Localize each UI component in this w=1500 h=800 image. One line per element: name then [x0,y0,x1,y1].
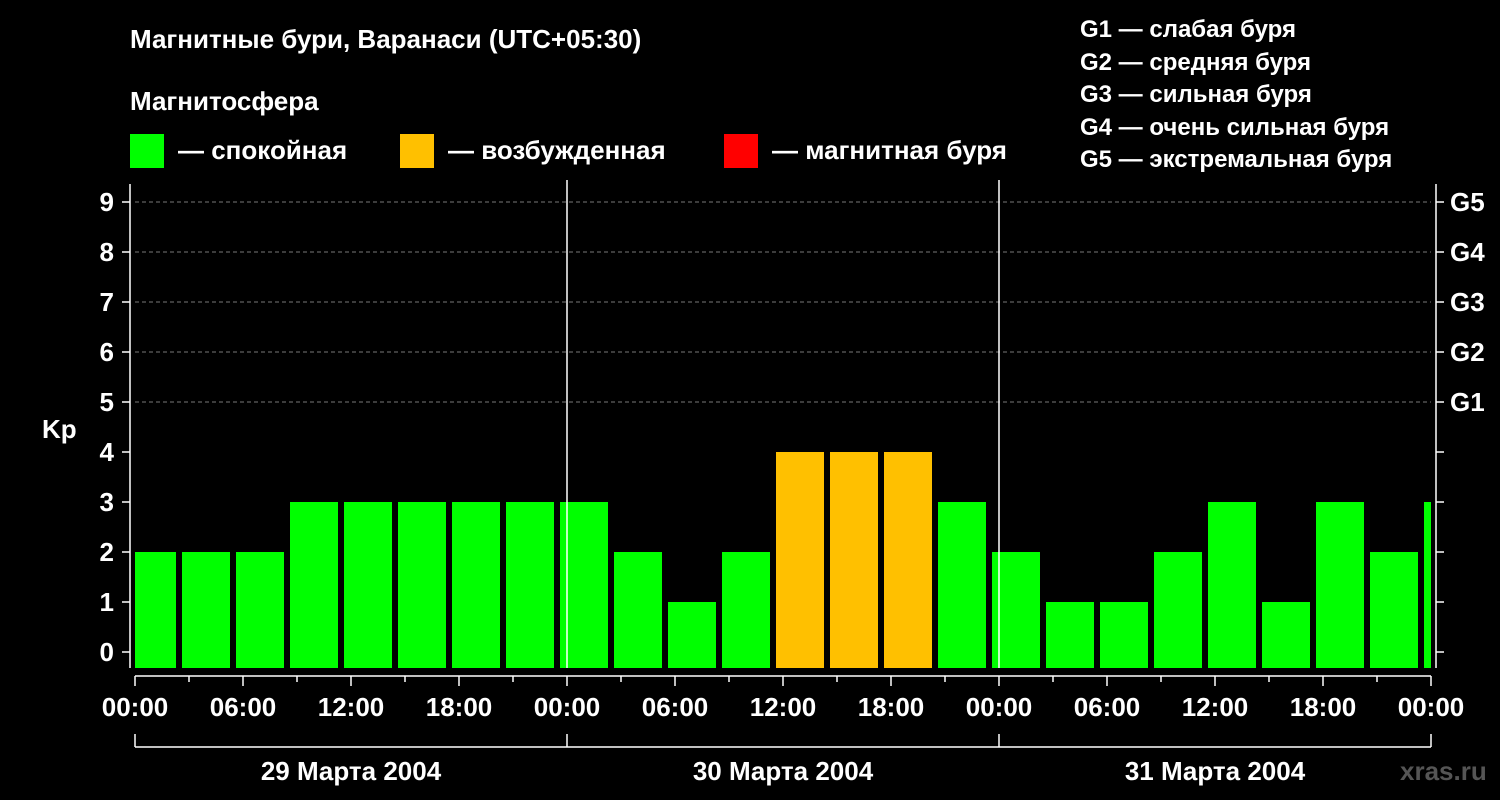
kp-bar-24 [1424,502,1431,668]
kp-bar-20 [1208,502,1256,668]
y-axis-label: Kp [42,414,77,444]
x-tick-label: 06:00 [1074,692,1141,722]
g-tick-label: G2 [1450,337,1485,367]
y-tick-label: 3 [100,487,114,517]
g-tick-label: G4 [1450,237,1485,267]
y-tick-label: 2 [100,537,114,567]
x-tick-label: 00:00 [102,692,169,722]
kp-bar-23 [1370,552,1418,668]
kp-bar-12 [776,452,824,668]
g-tick-label: G1 [1450,387,1485,417]
kp-bar-18 [1100,602,1148,668]
day-label: 29 Марта 2004 [261,756,442,786]
x-tick-label: 18:00 [1290,692,1357,722]
kp-bar-15 [938,502,986,668]
x-tick-label: 12:00 [1182,692,1249,722]
y-tick-label: 5 [100,387,114,417]
kp-bar-0 [135,552,176,668]
kp-bar-10 [668,602,716,668]
kp-bar-1 [182,552,230,668]
kp-bar-17 [1046,602,1094,668]
x-tick-label: 06:00 [642,692,709,722]
x-tick-label: 12:00 [750,692,817,722]
kp-bar-4 [344,502,392,668]
x-tick-label: 00:00 [966,692,1033,722]
x-tick-label: 00:00 [534,692,601,722]
kp-bar-14 [884,452,932,668]
kp-bar-7 [506,502,554,668]
y-tick-label: 0 [100,637,114,667]
x-tick-label: 18:00 [858,692,925,722]
day-label: 31 Марта 2004 [1125,756,1306,786]
y-tick-label: 9 [100,187,114,217]
x-tick-label: 12:00 [318,692,385,722]
g-tick-label: G3 [1450,287,1485,317]
kp-bar-22 [1316,502,1364,668]
y-tick-label: 4 [100,437,115,467]
y-tick-label: 7 [100,287,114,317]
kp-bar-3 [290,502,338,668]
x-tick-label: 18:00 [426,692,493,722]
kp-bar-21 [1262,602,1310,668]
g-tick-label: G5 [1450,187,1485,217]
y-tick-label: 8 [100,237,114,267]
x-tick-label: 06:00 [210,692,277,722]
kp-bar-11 [722,552,770,668]
day-label: 30 Марта 2004 [693,756,874,786]
kp-bar-9 [614,552,662,668]
kp-bar-6 [452,502,500,668]
kp-bar-5 [398,502,446,668]
kp-bar-19 [1154,552,1202,668]
kp-bar-2 [236,552,284,668]
x-tick-label: 00:00 [1398,692,1465,722]
kp-chart: 0 1 2 3 4 5 6 7 8 9 G1 G2 G3 G4 G5 Kp 00:00 06:00 12:00 18:… [42,180,1485,786]
y-tick-label: 6 [100,337,114,367]
y-tick-label: 1 [100,587,114,617]
kp-bar-13 [830,452,878,668]
